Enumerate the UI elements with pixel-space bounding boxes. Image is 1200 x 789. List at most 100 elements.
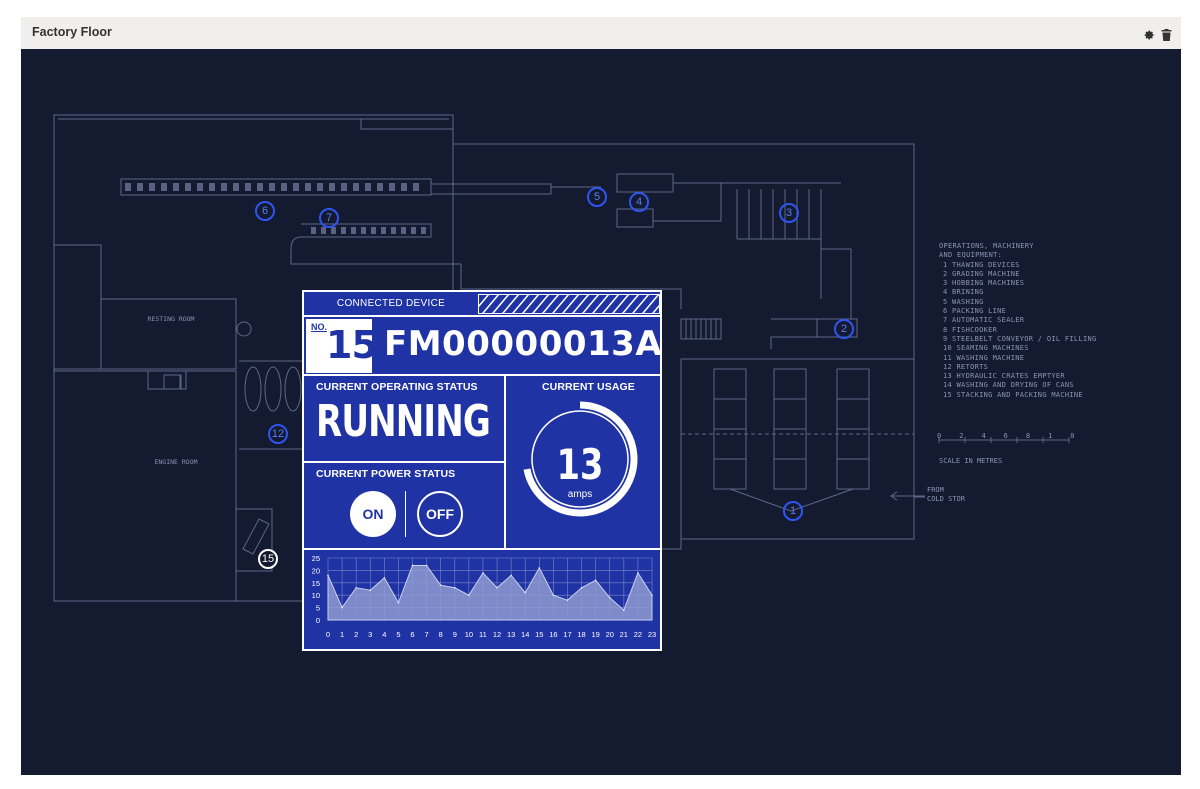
equipment-legend: OPERATIONS, MACHINERY AND EQUIPMENT: 1 T… (939, 242, 1097, 400)
trash-icon[interactable] (1161, 26, 1173, 41)
machine-marker-3[interactable]: 3 (779, 203, 799, 223)
data-point (341, 606, 343, 609)
from-cold-store-label: FROM COLD STOR (927, 486, 965, 503)
data-point (524, 591, 527, 594)
machine-marker-15[interactable]: 15 (258, 549, 278, 569)
legend-line: OPERATIONS, MACHINERY (939, 242, 1034, 250)
legend-line: 15 STACKING AND PACKING MACHINE (943, 390, 1083, 399)
panel-actions (1143, 26, 1173, 41)
legend-line: 7 AUTOMATIC SEALER (943, 316, 1025, 325)
data-point (623, 609, 625, 611)
y-tick-label: 25 (312, 554, 320, 563)
data-point (397, 601, 400, 604)
legend-line: 5 WASHING (943, 297, 984, 306)
x-tick-label: 17 (563, 630, 571, 639)
panel-title: Factory Floor (32, 25, 112, 39)
x-tick-label: 18 (577, 630, 585, 639)
divider (304, 374, 660, 376)
machine-marker-2[interactable]: 2 (834, 319, 854, 339)
connected-device-label: CONNECTED DEVICE (336, 298, 446, 309)
x-tick-label: 9 (453, 630, 457, 639)
machine-marker-1[interactable]: 1 (783, 501, 803, 521)
legend-line: 12 RETORTS (943, 362, 989, 371)
operating-status-value: RUNNING (316, 396, 491, 447)
data-point (637, 572, 639, 574)
y-tick-label: 10 (312, 591, 320, 600)
scale-ticks: 0246810 (937, 432, 1093, 440)
usage-value: 13 (556, 440, 604, 489)
machine-marker-7[interactable]: 7 (319, 208, 339, 228)
data-point (453, 586, 456, 589)
usage-history-chart: 05101520250 1 2 3 4 5 6 7 8 9 10 11 12 13 14 15 16 17 18 19… (312, 554, 657, 639)
gear-icon[interactable] (1143, 26, 1155, 40)
data-point (580, 586, 583, 589)
y-tick-label: 0 (316, 616, 320, 625)
divider (304, 315, 660, 317)
scale-label: SCALE IN METRES (939, 457, 1003, 465)
legend-line: 1 THAWING DEVICES (943, 260, 1020, 269)
x-tick-label: 3 (368, 630, 372, 639)
data-point (608, 596, 611, 599)
y-tick-label: 15 (312, 579, 320, 588)
x-tick-label: 16 (549, 630, 557, 639)
number-label: NO. (311, 322, 328, 332)
engine-room-label: ENGINE ROOM (154, 458, 198, 466)
x-tick-label: 7 (425, 630, 429, 639)
data-point (383, 577, 386, 579)
usage-unit: amps (567, 489, 593, 500)
legend-line: 3 HOBBING MACHINES (943, 279, 1025, 288)
data-point (651, 594, 653, 596)
x-tick-label: 20 (606, 630, 614, 639)
data-point (496, 586, 498, 589)
x-tick-label: 6 (410, 630, 414, 639)
data-point (566, 599, 569, 601)
data-point (425, 564, 428, 567)
device-number: 15 (326, 323, 378, 367)
data-point (369, 589, 372, 592)
data-point (439, 584, 442, 587)
x-tick-label: 5 (396, 630, 400, 639)
usage-area-series (327, 564, 653, 621)
x-tick-label: 8 (439, 630, 443, 639)
x-tick-label: 13 (507, 630, 515, 639)
y-tick-label: 20 (312, 566, 320, 575)
x-tick-label: 19 (591, 630, 599, 639)
divider (304, 461, 504, 463)
device-id: FM00000013A (384, 324, 663, 364)
x-tick-label: 4 (382, 630, 386, 639)
data-point (482, 572, 484, 574)
x-tick-label: 22 (634, 630, 642, 639)
data-point (594, 579, 597, 582)
x-tick-label: 10 (465, 630, 473, 639)
device-number-box: NO. 15 (306, 319, 378, 373)
x-tick-label: 1 (340, 630, 344, 639)
legend-line: 4 BRINING (943, 288, 984, 297)
x-tick-label: 15 (535, 630, 543, 639)
power-on-button[interactable]: ON (350, 491, 396, 537)
hatch-decoration (478, 294, 660, 314)
machine-marker-6[interactable]: 6 (255, 201, 275, 221)
x-tick-label: 14 (521, 630, 529, 639)
x-tick-label: 12 (493, 630, 501, 639)
machine-marker-5[interactable]: 5 (587, 187, 607, 207)
legend-line: 6 PACKING LINE (943, 307, 1007, 316)
x-tick-label: 0 (326, 630, 330, 639)
machine-marker-4[interactable]: 4 (629, 192, 649, 212)
data-point (538, 567, 541, 569)
operating-status-label: CURRENT OPERATING STATUS (316, 381, 478, 393)
power-off-button[interactable]: OFF (417, 491, 463, 537)
data-point (327, 574, 329, 577)
data-point (510, 574, 512, 577)
data-point (468, 594, 470, 596)
divider (304, 548, 660, 550)
legend-line: 2 GRADING MACHINE (943, 269, 1020, 278)
data-point (552, 594, 555, 596)
y-tick-label: 5 (316, 604, 320, 613)
legend-line: 13 HYDRAULIC CRATES EMPTYER (943, 372, 1065, 381)
legend-line: 11 WASHING MACHINE (943, 353, 1025, 362)
data-point (355, 586, 357, 589)
panel-header: Factory Floor (21, 17, 1181, 49)
machine-marker-12[interactable]: 12 (268, 424, 288, 444)
x-tick-label: 23 (648, 630, 656, 639)
legend-line: 8 FISHCOOKER (943, 325, 998, 334)
